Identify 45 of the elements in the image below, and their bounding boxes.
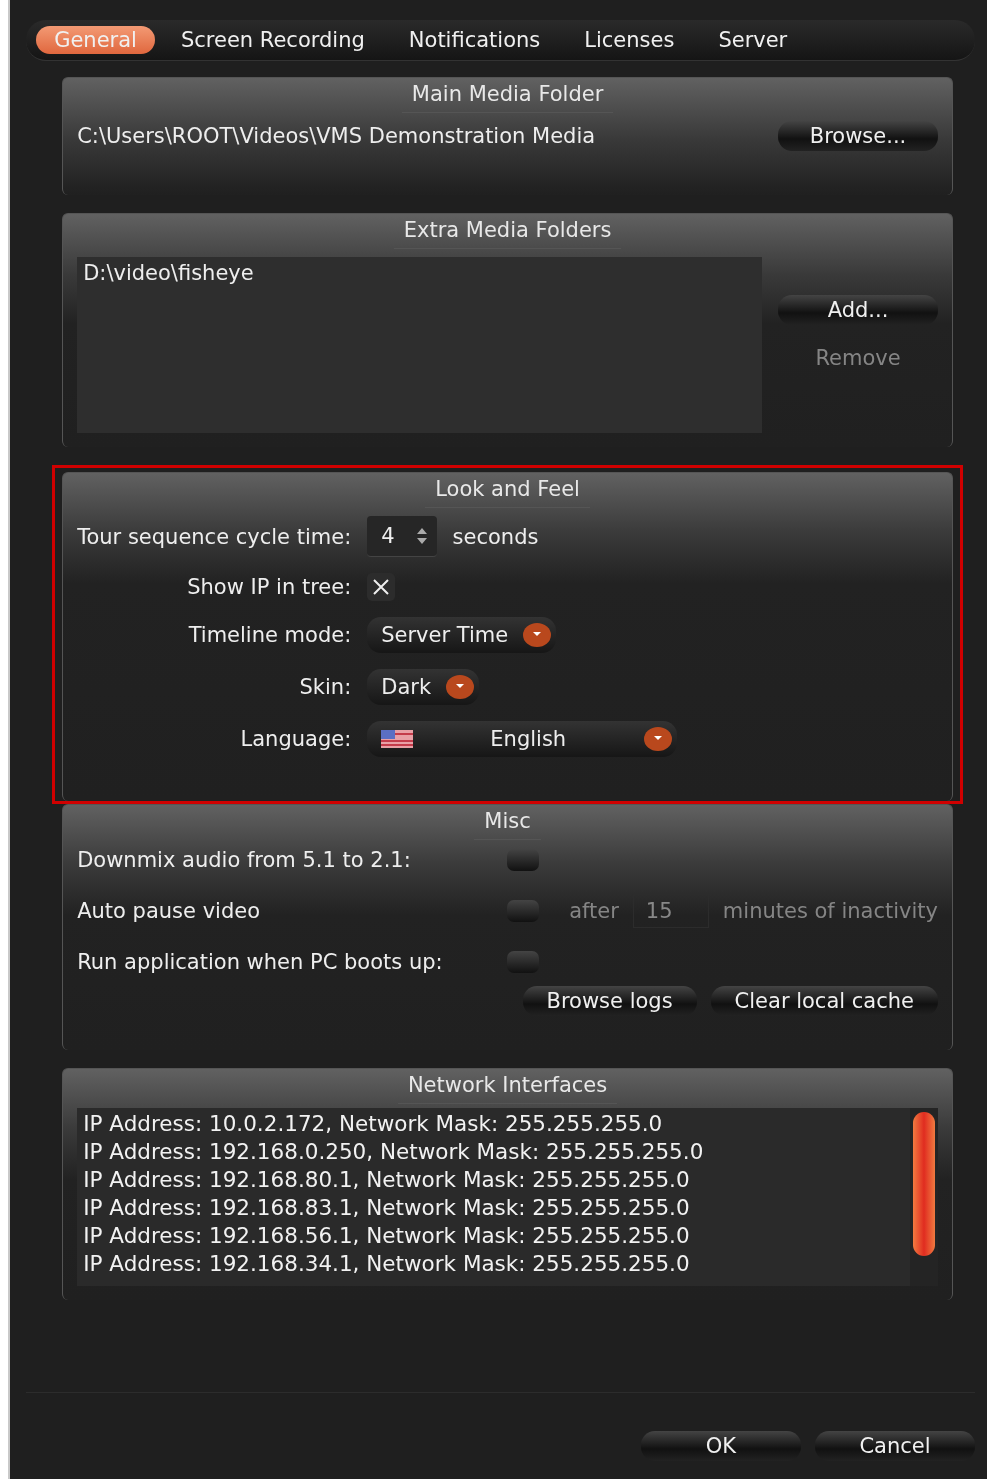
caret-icon (522, 622, 553, 648)
interface-line: IP Address: 192.168.56.1, Network Mask: 255.255.255.0 (83, 1222, 691, 1250)
checkbox[interactable] (507, 849, 540, 871)
action-button[interactable]: Clear local cache (710, 986, 938, 1016)
folder-path: C:\Users\ROOT\Videos\VMS Demonstration Media (77, 124, 596, 148)
group-title: Extra Media Folders (393, 214, 622, 249)
interface-line: IP Address: 192.168.83.1, Network Mask: 255.255.255.0 (83, 1194, 691, 1222)
option-text: after (569, 899, 619, 923)
group-title: Network Interfaces (397, 1069, 618, 1104)
option-label: Downmix audio from 5.1 to 2.1: (77, 848, 412, 872)
interface-line: IP Address: 192.168.80.1, Network Mask: 255.255.255.0 (83, 1166, 691, 1194)
interface-line: IP Address: 10.0.2.172, Network Mask: 255.255.255.0 (83, 1110, 664, 1138)
caret-icon (445, 674, 476, 700)
interface-line: IP Address: 192.168.0.250, Network Mask: 255.255.255.0 (83, 1138, 705, 1166)
tab[interactable]: Notifications (390, 26, 559, 54)
checkbox[interactable] (507, 951, 540, 973)
caret-icon (643, 726, 674, 752)
checkbox[interactable] (367, 573, 396, 601)
dropdown[interactable]: Server Time (367, 617, 557, 653)
option-label: Auto pause video (77, 899, 261, 923)
number-spinner[interactable]: 4 (367, 516, 437, 557)
dropdown[interactable]: Dark (367, 669, 480, 705)
tab[interactable]: Licenses (566, 26, 693, 54)
folder-button[interactable]: Add... (778, 295, 938, 325)
group-title: Look and Feel (425, 473, 590, 508)
action-button[interactable]: Browse logs (522, 986, 697, 1016)
list-item[interactable]: D:\video\fisheye (83, 261, 756, 285)
interface-line: IP Address: 192.168.34.1, Network Mask: 255.255.255.0 (83, 1250, 691, 1278)
flag-icon (381, 730, 414, 748)
language-dropdown[interactable]: English (367, 721, 678, 757)
browse-button[interactable]: Browse... (778, 121, 938, 151)
cross-icon (371, 577, 392, 597)
group-title: Misc (474, 805, 541, 840)
field-label: Tour sequence cycle time: (77, 524, 352, 549)
scrollbar-thumb[interactable] (913, 1112, 935, 1256)
option-label: Run application when PC boots up: (77, 950, 444, 974)
group-title: Main Media Folder (401, 78, 614, 113)
tab[interactable]: Screen Recording (162, 26, 383, 54)
field-label: Language: (239, 727, 352, 751)
unit-label: seconds (452, 524, 539, 549)
field-label: Timeline mode: (187, 623, 352, 647)
field-label: Show IP in tree: (186, 575, 352, 599)
field-label: Skin: (298, 675, 352, 699)
tab[interactable]: Server (700, 26, 806, 54)
option-text: minutes of inactivity (722, 899, 938, 923)
